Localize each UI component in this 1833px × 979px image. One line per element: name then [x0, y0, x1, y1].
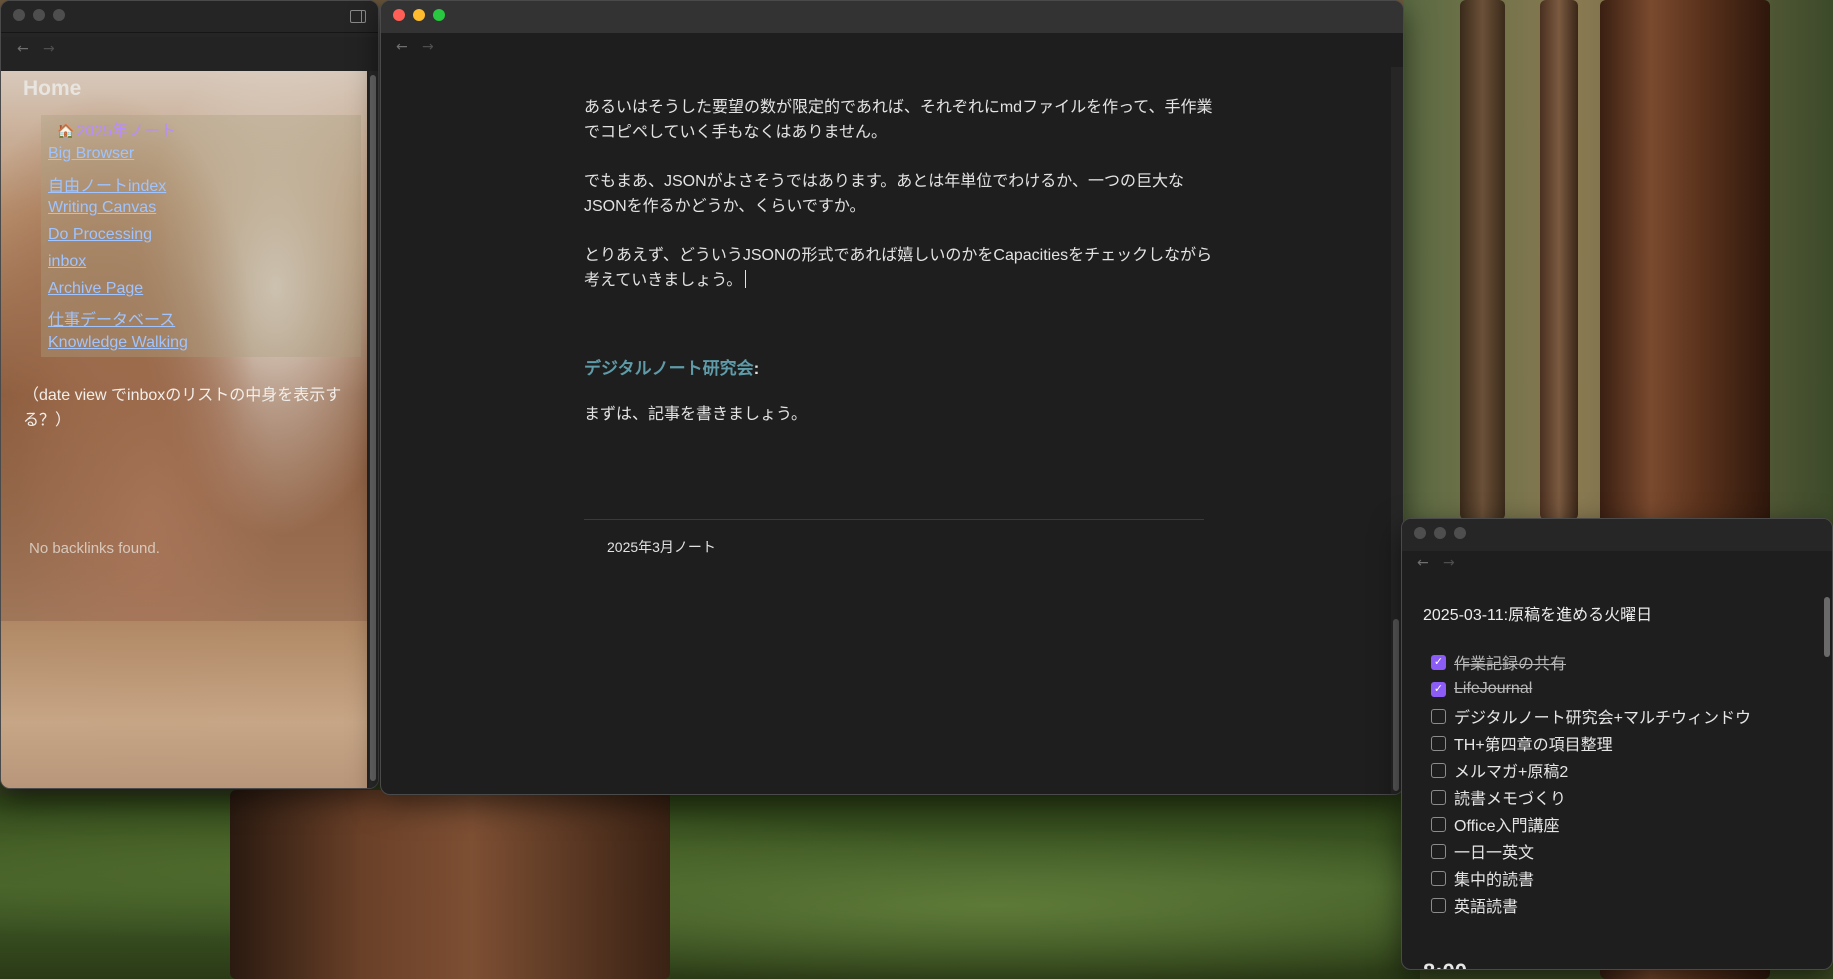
link-2025-note[interactable]: 🏠 2025年ノート: [57, 117, 176, 141]
backlink-item[interactable]: 2025年3月ノート: [607, 537, 716, 557]
checkbox-checked-icon[interactable]: ✓: [1431, 681, 1446, 697]
home-note-text: （date view でinboxのリストの中身を表示する？）: [23, 387, 342, 429]
checkbox[interactable]: [1431, 870, 1446, 886]
daily-titlebar: [1402, 519, 1832, 551]
link-free-note-index[interactable]: 自由ノートindex: [48, 172, 166, 196]
paragraph[interactable]: まずは、記事を書きましょう。: [584, 402, 1214, 427]
house-icon: 🏠: [57, 123, 75, 139]
daily-note-title: 2025-03-11:原稿を進める火曜日: [1423, 607, 1653, 624]
task-item[interactable]: TH+第四章の項目整理: [1431, 732, 1613, 754]
forward-arrow-icon[interactable]: →: [43, 41, 55, 57]
back-arrow-icon[interactable]: ←: [1417, 555, 1429, 571]
paragraph[interactable]: でもまあ、JSONがよさそうではあります。あとは年単位でわけるか、一つの巨大なJ…: [584, 169, 1214, 219]
zoom-window-button[interactable]: [433, 9, 445, 21]
task-item[interactable]: デジタルノート研究会+マルチウィンドウ: [1431, 705, 1751, 727]
link-inbox[interactable]: inbox: [48, 253, 86, 271]
link-big-browser[interactable]: Big Browser: [48, 145, 134, 163]
forward-arrow-icon[interactable]: →: [1443, 555, 1455, 571]
task-item[interactable]: 読書メモづくり: [1431, 786, 1566, 808]
backlinks-divider: [584, 519, 1204, 520]
checkbox[interactable]: [1431, 762, 1446, 778]
checkbox[interactable]: [1431, 897, 1446, 913]
task-item[interactable]: メルマガ+原稿2: [1431, 759, 1568, 781]
close-window-button[interactable]: [1414, 527, 1426, 539]
backlinks-empty-message: No backlinks found.: [29, 540, 160, 557]
home-navbar: ← →: [1, 37, 378, 71]
sidebar-toggle-icon[interactable]: [350, 10, 366, 23]
link-writing-canvas[interactable]: Writing Canvas: [48, 199, 156, 217]
daily-scrollbar-thumb[interactable]: [1824, 597, 1830, 657]
link-archive-page[interactable]: Archive Page: [48, 280, 143, 298]
section-heading[interactable]: デジタルノート研究会:: [584, 356, 1214, 381]
task-item[interactable]: Office入門講座: [1431, 813, 1560, 835]
task-item[interactable]: 英語読書: [1431, 894, 1518, 916]
editor-navbar: ← →: [381, 33, 1403, 67]
daily-navbar: ← →: [1402, 555, 1832, 585]
checkbox[interactable]: [1431, 708, 1446, 724]
daily-note-window: ← → 2025-03-11:原稿を進める火曜日 ✓ 作業記録の共有 ✓ Lif…: [1401, 518, 1833, 970]
editor-titlebar: [381, 1, 1403, 33]
checkbox[interactable]: [1431, 816, 1446, 832]
link-do-processing[interactable]: Do Processing: [48, 226, 152, 244]
minimize-window-button[interactable]: [1434, 527, 1446, 539]
paragraph-with-cursor[interactable]: とりあえず、どういうJSONの形式であれば嬉しいのかをCapacitiesをチェ…: [584, 243, 1214, 293]
home-titlebar: [1, 1, 378, 33]
page-title: Home: [23, 77, 82, 100]
link-knowledge-walking[interactable]: Knowledge Walking: [48, 334, 188, 352]
home-window: ← → Home 🏠 2025年ノート Big Browser 自由ノートinde…: [0, 0, 379, 789]
editor-window: ← → あるいはそうした要望の数が限定的であれば、それぞれにmdファイルを作って…: [380, 0, 1404, 795]
task-item[interactable]: 集中的読書: [1431, 867, 1534, 889]
minimize-window-button[interactable]: [33, 9, 45, 21]
forward-arrow-icon[interactable]: →: [422, 39, 434, 55]
close-window-button[interactable]: [393, 9, 405, 21]
task-item[interactable]: ✓ LifeJournal: [1431, 678, 1532, 700]
home-scrollbar-thumb[interactable]: [370, 75, 376, 781]
link-work-database[interactable]: 仕事データベース: [48, 306, 175, 330]
text-cursor: [745, 270, 747, 288]
back-arrow-icon[interactable]: ←: [17, 41, 29, 57]
editor-scrollbar-thumb[interactable]: [1393, 619, 1399, 791]
schedule-time-heading: 8:00: [1423, 959, 1467, 969]
paragraph[interactable]: あるいはそうした要望の数が限定的であれば、それぞれにmdファイルを作って、手作業…: [584, 95, 1214, 145]
task-item[interactable]: ✓ 作業記録の共有: [1431, 651, 1566, 673]
editor-content[interactable]: あるいはそうした要望の数が限定的であれば、それぞれにmdファイルを作って、手作業…: [584, 95, 1214, 427]
minimize-window-button[interactable]: [413, 9, 425, 21]
close-window-button[interactable]: [13, 9, 25, 21]
task-item[interactable]: 一日一英文: [1431, 840, 1534, 862]
checkbox[interactable]: [1431, 843, 1446, 859]
checkbox-checked-icon[interactable]: ✓: [1431, 654, 1446, 670]
checkbox[interactable]: [1431, 735, 1446, 751]
checkbox[interactable]: [1431, 789, 1446, 805]
zoom-window-button[interactable]: [1454, 527, 1466, 539]
back-arrow-icon[interactable]: ←: [396, 39, 408, 55]
zoom-window-button[interactable]: [53, 9, 65, 21]
